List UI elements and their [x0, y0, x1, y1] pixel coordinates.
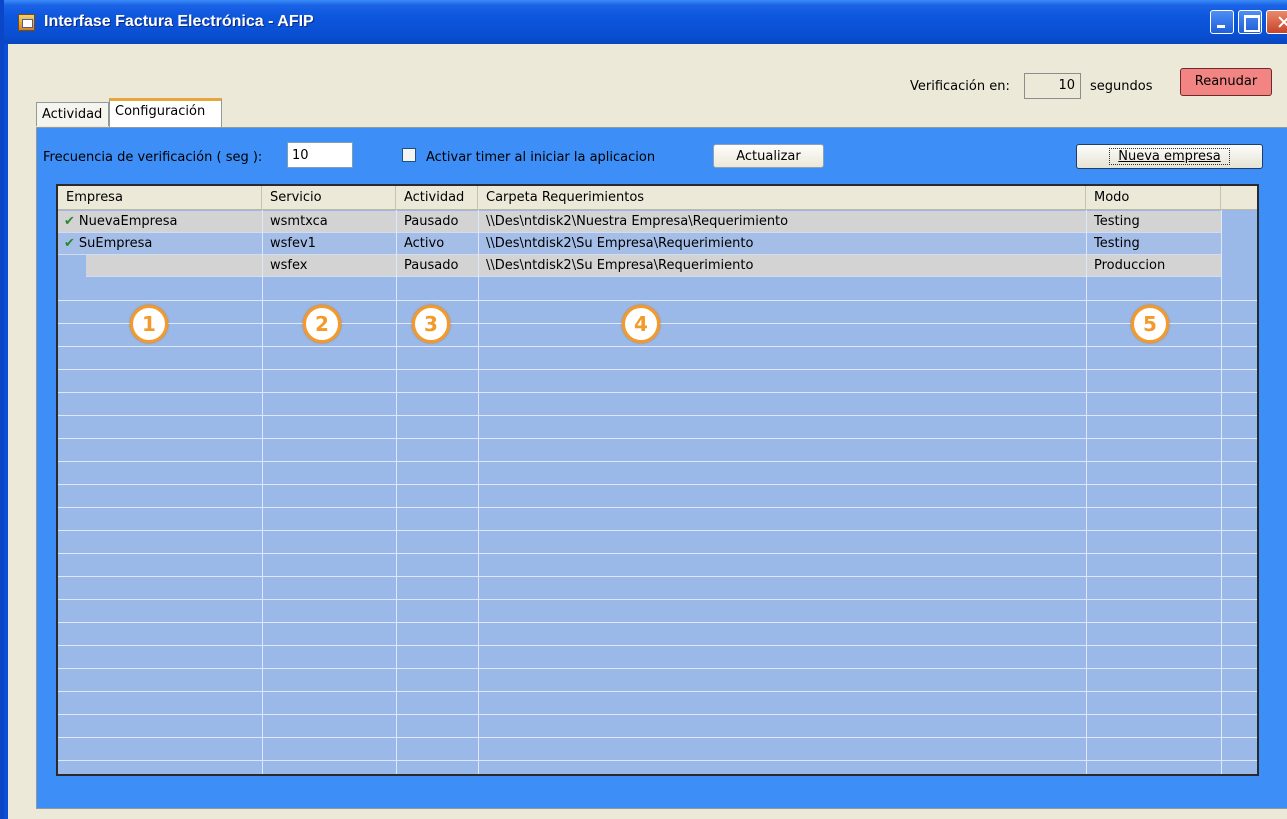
empty-row-line: [58, 392, 1257, 393]
empty-row-line: [58, 622, 1257, 623]
column-header-modo[interactable]: Modo: [1086, 186, 1221, 210]
column-header-empresa[interactable]: Empresa: [58, 186, 262, 210]
empty-row-line: [58, 599, 1257, 600]
empty-row-line: [58, 484, 1257, 485]
callout-4: 4: [622, 305, 660, 343]
maximize-button[interactable]: [1238, 10, 1262, 34]
table-row[interactable]: ✔ SuEmpresa wsfev1 Activo \\Des\ntdisk2\S…: [58, 233, 1257, 255]
cell-empresa-empty: [58, 255, 86, 277]
cell-actividad: Activo: [404, 236, 445, 251]
cell-servicio: wsfev1: [270, 236, 316, 251]
row-tail: [1221, 255, 1257, 277]
empty-row-line: [58, 760, 1257, 761]
close-button[interactable]: [1266, 10, 1287, 34]
cell-empresa: [86, 255, 262, 277]
new-company-label: Nueva empresa: [1109, 148, 1230, 165]
cell-empresa: ✔ SuEmpresa: [58, 233, 262, 255]
empty-row-line: [58, 300, 1257, 301]
cell-modo: Testing: [1094, 236, 1140, 251]
empty-row-line: [58, 530, 1257, 531]
title-bar[interactable]: Interfase Factura Electrónica - AFIP: [4, 0, 1287, 44]
cell-carpeta: \\Des\ntdisk2\Nuestra Empresa\Requerimie…: [486, 214, 789, 229]
cell-carpeta: \\Des\ntdisk2\Su Empresa\Requerimiento: [486, 236, 754, 251]
empty-row-line: [58, 415, 1257, 416]
empresa-text: SuEmpresa: [78, 236, 153, 251]
cell-servicio: wsfex: [270, 258, 308, 273]
empty-row-line: [58, 737, 1257, 738]
empty-row-line: [58, 438, 1257, 439]
check-icon: ✔: [64, 214, 75, 229]
table-row[interactable]: ✔ NuevaEmpresa wsmtxca Pausado \\Des\ntdi…: [58, 211, 1257, 233]
table-row[interactable]: wsfex Pausado \\Des\ntdisk2\Su Empresa\R…: [58, 255, 1257, 277]
verification-unit: segundos: [1090, 79, 1153, 94]
app-icon: [18, 14, 35, 31]
cell-modo: Testing: [1094, 214, 1140, 229]
check-icon: ✔: [64, 236, 75, 251]
row-tail: [1221, 233, 1257, 255]
empty-row-line: [58, 461, 1257, 462]
window-title: Interfase Factura Electrónica - AFIP: [44, 13, 314, 30]
empty-row-line: [58, 553, 1257, 554]
empty-row-line: [58, 691, 1257, 692]
app-window: Interfase Factura Electrónica - AFIP Ver…: [0, 0, 1287, 819]
verification-countdown: 10: [1024, 73, 1081, 99]
new-company-button[interactable]: Nueva empresa: [1076, 144, 1263, 169]
empty-row-line: [58, 369, 1257, 370]
callout-3: 3: [412, 305, 450, 343]
cell-modo: Produccion: [1094, 258, 1166, 273]
column-header-carpeta[interactable]: Carpeta Requerimientos: [478, 186, 1086, 210]
companies-grid[interactable]: Empresa Servicio Actividad Carpeta Reque…: [56, 184, 1259, 776]
callout-1: 1: [130, 305, 168, 343]
tab-actividad[interactable]: Actividad: [36, 102, 109, 126]
empty-row-line: [58, 507, 1257, 508]
cell-carpeta: \\Des\ntdisk2\Su Empresa\Requerimiento: [486, 258, 754, 273]
grid-header: Empresa Servicio Actividad Carpeta Reque…: [58, 186, 1257, 210]
cell-servicio: wsmtxca: [270, 214, 328, 229]
callout-5: 5: [1131, 305, 1169, 343]
timer-checkbox[interactable]: [402, 148, 416, 162]
timer-checkbox-label[interactable]: Activar timer al iniciar la aplicacion: [426, 150, 655, 165]
empresa-text: NuevaEmpresa: [78, 214, 178, 229]
minimize-button[interactable]: [1210, 10, 1234, 34]
client-area: Verificación en: 10 segundos Reanudar Ac…: [8, 44, 1287, 819]
empty-row-line: [58, 576, 1257, 577]
frequency-label: Frecuencia de verificación ( seg ):: [43, 150, 263, 165]
cell-actividad: Pausado: [404, 214, 459, 229]
update-button[interactable]: Actualizar: [713, 144, 824, 168]
verification-label: Verificación en:: [910, 79, 1010, 94]
row-tail: [1221, 211, 1257, 233]
empty-row-line: [58, 714, 1257, 715]
frequency-input[interactable]: [287, 142, 353, 168]
cell-empresa: ✔ NuevaEmpresa: [58, 211, 262, 233]
resume-button[interactable]: Reanudar: [1180, 68, 1272, 96]
callout-2: 2: [303, 305, 341, 343]
column-header-servicio[interactable]: Servicio: [262, 186, 396, 210]
empty-row-line: [58, 346, 1257, 347]
empty-row-line: [58, 668, 1257, 669]
column-header-actividad[interactable]: Actividad: [396, 186, 478, 210]
tab-configuracion[interactable]: Configuración: [109, 98, 222, 128]
cell-actividad: Pausado: [404, 258, 459, 273]
empty-row-line: [58, 645, 1257, 646]
